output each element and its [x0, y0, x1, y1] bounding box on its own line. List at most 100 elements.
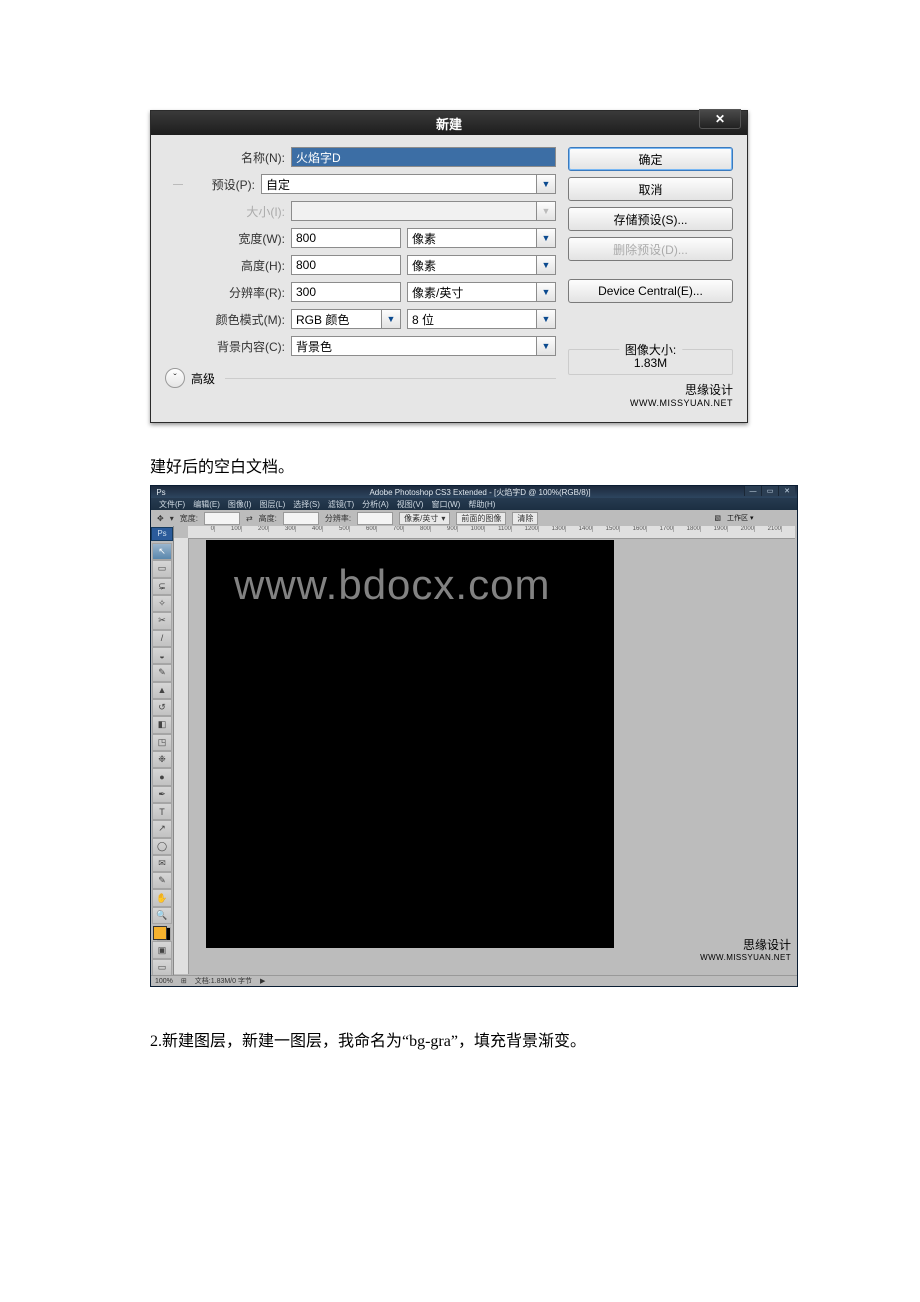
name-input[interactable]	[291, 147, 556, 167]
front-image-button[interactable]: 前面的图像	[456, 512, 506, 525]
advanced-toggle[interactable]: ˇ	[165, 368, 185, 388]
tool-path[interactable]: ↗	[152, 820, 172, 837]
ruler-horizontal: 0100200300400500600700800900100011001200…	[188, 526, 795, 539]
new-document-dialog: 新建 ✕ 名称(N): 预设(P): 自定 ▼	[150, 110, 748, 423]
tool-marquee[interactable]: ▭	[152, 560, 172, 577]
tool-screenmode[interactable]: ▭	[152, 959, 172, 976]
tool-stamp[interactable]: ▲	[152, 682, 172, 699]
menu-image[interactable]: 图像(I)	[228, 499, 252, 510]
tool-blur[interactable]: ❉	[152, 751, 172, 768]
tool-heal[interactable]: ◒	[152, 647, 172, 664]
opt-width-input[interactable]	[204, 512, 240, 525]
delete-preset-button: 删除预设(D)...	[568, 237, 733, 261]
save-preset-button[interactable]: 存储预设(S)...	[568, 207, 733, 231]
resolution-unit-value: 像素/英寸	[412, 284, 463, 301]
tool-history[interactable]: ↺	[152, 699, 172, 716]
maximize-button[interactable]: ▭	[761, 486, 778, 496]
tool-wand[interactable]: ✧	[152, 595, 172, 612]
preset-select[interactable]: 自定 ▼	[261, 174, 556, 194]
document-canvas[interactable]	[206, 540, 614, 948]
menu-help[interactable]: 帮助(H)	[468, 499, 495, 510]
menu-analysis[interactable]: 分析(A)	[362, 499, 389, 510]
tool-move[interactable]: ↖	[152, 543, 172, 560]
height-unit-select[interactable]: 像素 ▼	[407, 255, 556, 275]
opt-height-label: 高度:	[259, 513, 277, 524]
width-input[interactable]	[291, 228, 401, 248]
resolution-label: 分辨率(R):	[165, 284, 291, 301]
tool-quickmask[interactable]: ▣	[152, 941, 172, 958]
chevron-down-icon: ▼	[536, 283, 555, 301]
ok-button[interactable]: 确定	[568, 147, 733, 171]
image-size-box: 图像大小: 1.83M	[568, 349, 733, 375]
color-mode-value: RGB 颜色	[296, 311, 349, 328]
opt-height-input[interactable]	[283, 512, 319, 525]
color-mode-label: 颜色模式(M):	[165, 311, 291, 328]
resolution-unit-select[interactable]: 像素/英寸 ▼	[407, 282, 556, 302]
height-label: 高度(H):	[165, 257, 291, 274]
step-2-text: 2.新建图层，新建一图层，我命名为“bg-gra”，填充背景渐变。	[150, 1027, 920, 1051]
tool-eraser[interactable]: ◧	[152, 716, 172, 733]
width-unit-select[interactable]: 像素 ▼	[407, 228, 556, 248]
status-doc-size: 文档:1.83M/0 字节	[195, 976, 252, 986]
credit-line: 思缘设计 WWW.MISSYUAN.NET	[568, 381, 733, 408]
image-size-value: 1.83M	[569, 356, 732, 370]
caption-1: 建好后的空白文档。	[150, 453, 920, 477]
tool-zoom[interactable]: 🔍	[152, 907, 172, 924]
chevron-down-icon: ▼	[536, 229, 555, 247]
tool-slice[interactable]: /	[152, 630, 172, 647]
dialog-titlebar: 新建 ✕	[151, 111, 747, 135]
chevron-down-icon: ▼	[536, 202, 555, 220]
opt-res-unit-select[interactable]: 像素/英寸 ▾	[399, 512, 450, 525]
tool-gradient[interactable]: ◳	[152, 734, 172, 751]
foreground-color-swatch	[153, 926, 167, 940]
device-central-button[interactable]: Device Central(E)...	[568, 279, 733, 303]
menu-select[interactable]: 选择(S)	[293, 499, 320, 510]
resolution-input[interactable]	[291, 282, 401, 302]
workspace-select[interactable]: 工作区 ▾	[727, 513, 753, 523]
tool-hand[interactable]: ✋	[152, 889, 172, 906]
status-arrow-icon[interactable]: ▶	[260, 977, 265, 985]
ps-canvas-area: 0100200300400500600700800900100011001200…	[174, 526, 797, 976]
clear-button[interactable]: 清除	[512, 512, 538, 525]
color-swatches[interactable]	[153, 926, 171, 941]
ps-title-text: Adobe Photoshop CS3 Extended - [火焰字D @ 1…	[167, 487, 793, 498]
tool-text[interactable]: T	[152, 803, 172, 820]
background-content-label: 背景内容(C):	[165, 338, 291, 355]
height-unit-value: 像素	[412, 257, 436, 274]
preset-value: 自定	[266, 176, 290, 193]
bit-depth-select[interactable]: 8 位 ▼	[407, 309, 556, 329]
tool-dodge[interactable]: ●	[152, 768, 172, 785]
menu-view[interactable]: 视图(V)	[397, 499, 424, 510]
width-unit-value: 像素	[412, 230, 436, 247]
opt-res-input[interactable]	[357, 512, 393, 525]
menu-layer[interactable]: 图层(L)	[259, 499, 285, 510]
background-content-select[interactable]: 背景色 ▼	[291, 336, 556, 356]
height-input[interactable]	[291, 255, 401, 275]
menu-edit[interactable]: 编辑(E)	[193, 499, 220, 510]
opt-width-label: 宽度:	[180, 513, 198, 524]
tool-lasso[interactable]: ⊊	[152, 578, 172, 595]
tool-notes[interactable]: ✉	[152, 855, 172, 872]
menu-window[interactable]: 窗口(W)	[431, 499, 460, 510]
tool-shape[interactable]: ◯	[152, 838, 172, 855]
workspace-icon: ▧	[714, 514, 721, 522]
chevron-down-icon: ▼	[536, 175, 555, 193]
tool-brush[interactable]: ✎	[152, 664, 172, 681]
tool-crop[interactable]: ✂	[152, 612, 172, 629]
tool-icon: ✥	[157, 514, 164, 523]
cancel-button[interactable]: 取消	[568, 177, 733, 201]
chevron-down-icon: ▼	[536, 310, 555, 328]
close-button[interactable]: ✕	[699, 109, 741, 129]
tool-eyedropper[interactable]: ✎	[152, 872, 172, 889]
minimize-button[interactable]: —	[744, 486, 761, 496]
tool-pen[interactable]: ✒	[152, 786, 172, 803]
color-mode-select[interactable]: RGB 颜色 ▼	[291, 309, 401, 329]
status-zoom[interactable]: 100%	[155, 978, 173, 985]
window-close-button[interactable]: ✕	[778, 486, 795, 496]
chevron-down-icon: ▼	[381, 310, 400, 328]
menu-filter[interactable]: 滤镜(T)	[328, 499, 354, 510]
ps-logo-icon: Ps	[151, 527, 173, 541]
menu-file[interactable]: 文件(F)	[159, 499, 185, 510]
bit-depth-value: 8 位	[412, 311, 434, 328]
image-size-title: 图像大小:	[619, 341, 682, 358]
